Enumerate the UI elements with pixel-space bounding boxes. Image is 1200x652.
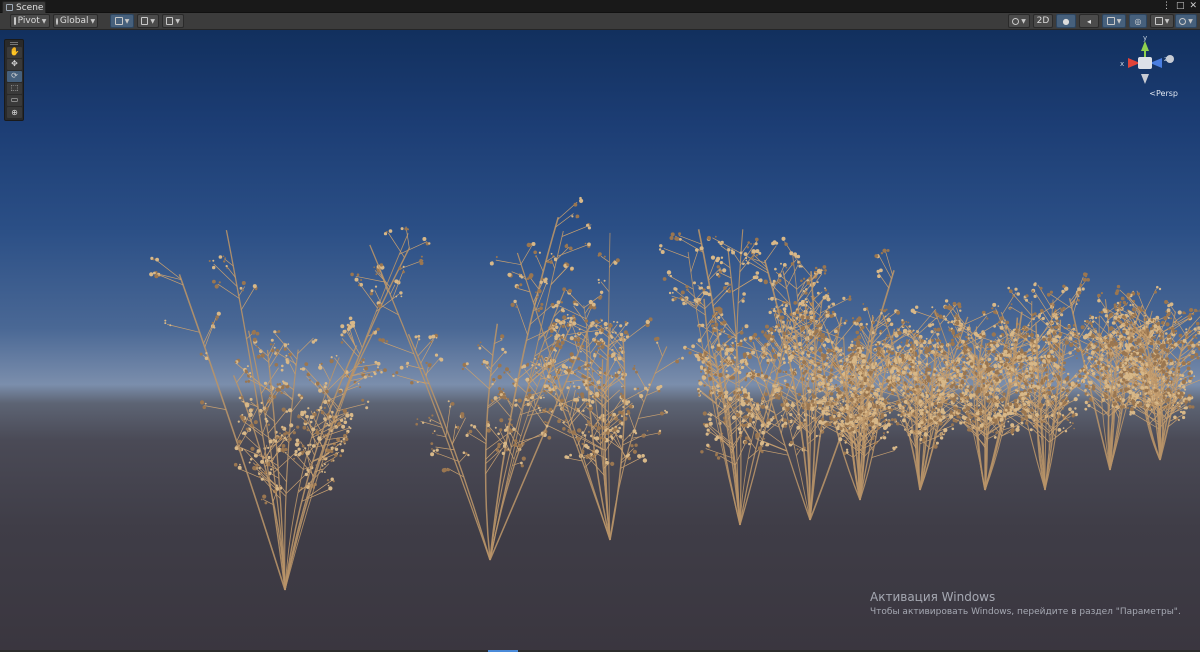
chevron-down-icon: ▼	[41, 17, 47, 25]
shading-mode-dropdown[interactable]: ▼	[1008, 14, 1030, 28]
scene-viewport[interactable]	[0, 30, 1200, 652]
mode-2d-button[interactable]: 2D	[1033, 14, 1053, 28]
lighting-toggle[interactable]: ●	[1056, 14, 1076, 28]
watermark-title: Активация Windows	[870, 590, 996, 604]
tool-palette: ✋ ✥ ⟳ ⬚ ▭ ⊕	[4, 39, 24, 121]
effects-icon	[1106, 17, 1115, 25]
eye-slash-icon: ◎	[1134, 16, 1142, 26]
mode-2d-label: 2D	[1036, 16, 1050, 26]
align-icon	[166, 17, 174, 25]
y-axis-cone[interactable]	[1141, 41, 1149, 51]
effects-dropdown[interactable]: ▼	[1102, 14, 1126, 28]
projection-label[interactable]: <Persp	[1149, 89, 1178, 98]
global-dropdown[interactable]: Global ▼	[53, 14, 98, 28]
chevron-down-icon: ▼	[90, 17, 96, 25]
projection-text: Persp	[1156, 89, 1178, 98]
windows-activation-watermark: Активация Windows Чтобы активировать Win…	[870, 590, 1181, 617]
hand-tool[interactable]: ✋	[7, 46, 22, 58]
rect-tool[interactable]: ▭	[7, 94, 22, 106]
audio-toggle[interactable]: ◂	[1079, 14, 1099, 28]
chevron-down-icon: ▼	[150, 17, 155, 25]
axis-label-z: z	[1164, 55, 1168, 63]
tab-bar: Scene ⋮ □ ✕	[0, 0, 1200, 13]
gizmos-dropdown[interactable]: ▼	[1175, 14, 1197, 28]
align-button[interactable]: ▼	[162, 14, 184, 28]
pivot-icon	[13, 17, 16, 25]
scene-toolbar: Pivot ▼ Global ▼ ▼ ▼ ▼ ▼ 2D ● ◂ ▼ ◎ ▼ ▼	[0, 13, 1200, 30]
scene-visibility-toggle[interactable]: ◎	[1129, 14, 1147, 28]
plant-4	[658, 229, 818, 526]
window-controls: ⋮ □ ✕	[1162, 1, 1197, 11]
pivot-dropdown[interactable]: Pivot ▼	[10, 14, 50, 28]
light-bulb-icon: ●	[1062, 16, 1070, 26]
scale-tool[interactable]: ⬚	[7, 82, 22, 94]
chevron-down-icon: ▼	[1188, 17, 1193, 25]
axis-label-y: y	[1143, 36, 1147, 42]
plant-2	[350, 196, 603, 561]
transform-tool[interactable]: ⊕	[7, 107, 22, 119]
move-tool[interactable]: ✥	[7, 58, 22, 70]
tab-scene[interactable]: Scene	[2, 1, 46, 13]
neg-y-axis-cone[interactable]	[1141, 74, 1149, 84]
close-icon[interactable]: ✕	[1189, 1, 1197, 11]
gizmo-center-cube[interactable]	[1138, 57, 1152, 69]
grid-snap-button[interactable]: ▼	[110, 14, 134, 28]
global-label: Global	[59, 16, 89, 26]
watermark-subtitle: Чтобы активировать Windows, перейдите в …	[870, 607, 1181, 617]
more-options-icon[interactable]: ⋮	[1162, 1, 1171, 11]
shading-icon	[1012, 17, 1020, 25]
camera-icon	[1154, 17, 1163, 25]
increment-snap-button[interactable]: ▼	[137, 14, 159, 28]
globe-icon	[55, 17, 58, 25]
chevron-down-icon: ▼	[1164, 17, 1170, 25]
drag-handle[interactable]	[10, 42, 18, 45]
chevron-down-icon: ▼	[1021, 17, 1026, 25]
dry-plants-render	[149, 196, 1200, 591]
chevron-down-icon: ▼	[175, 17, 180, 25]
gizmos-icon	[1179, 17, 1187, 25]
chevron-down-icon: ▼	[1116, 17, 1122, 25]
pivot-label: Pivot	[17, 16, 40, 26]
plant-1	[149, 226, 431, 591]
maximize-icon[interactable]: □	[1176, 1, 1185, 11]
camera-dropdown[interactable]: ▼	[1150, 14, 1174, 28]
chevron-down-icon: ▼	[124, 17, 130, 25]
projection-arrow-icon: <	[1149, 89, 1156, 98]
axis-label-x: x	[1120, 60, 1124, 68]
scene-icon	[6, 4, 13, 11]
snap-icon	[141, 17, 149, 25]
rotate-tool[interactable]: ⟳	[7, 70, 22, 82]
plant-9	[973, 282, 1086, 491]
tab-scene-label: Scene	[16, 2, 44, 13]
audio-icon: ◂	[1086, 16, 1091, 26]
grid-icon	[114, 17, 123, 25]
